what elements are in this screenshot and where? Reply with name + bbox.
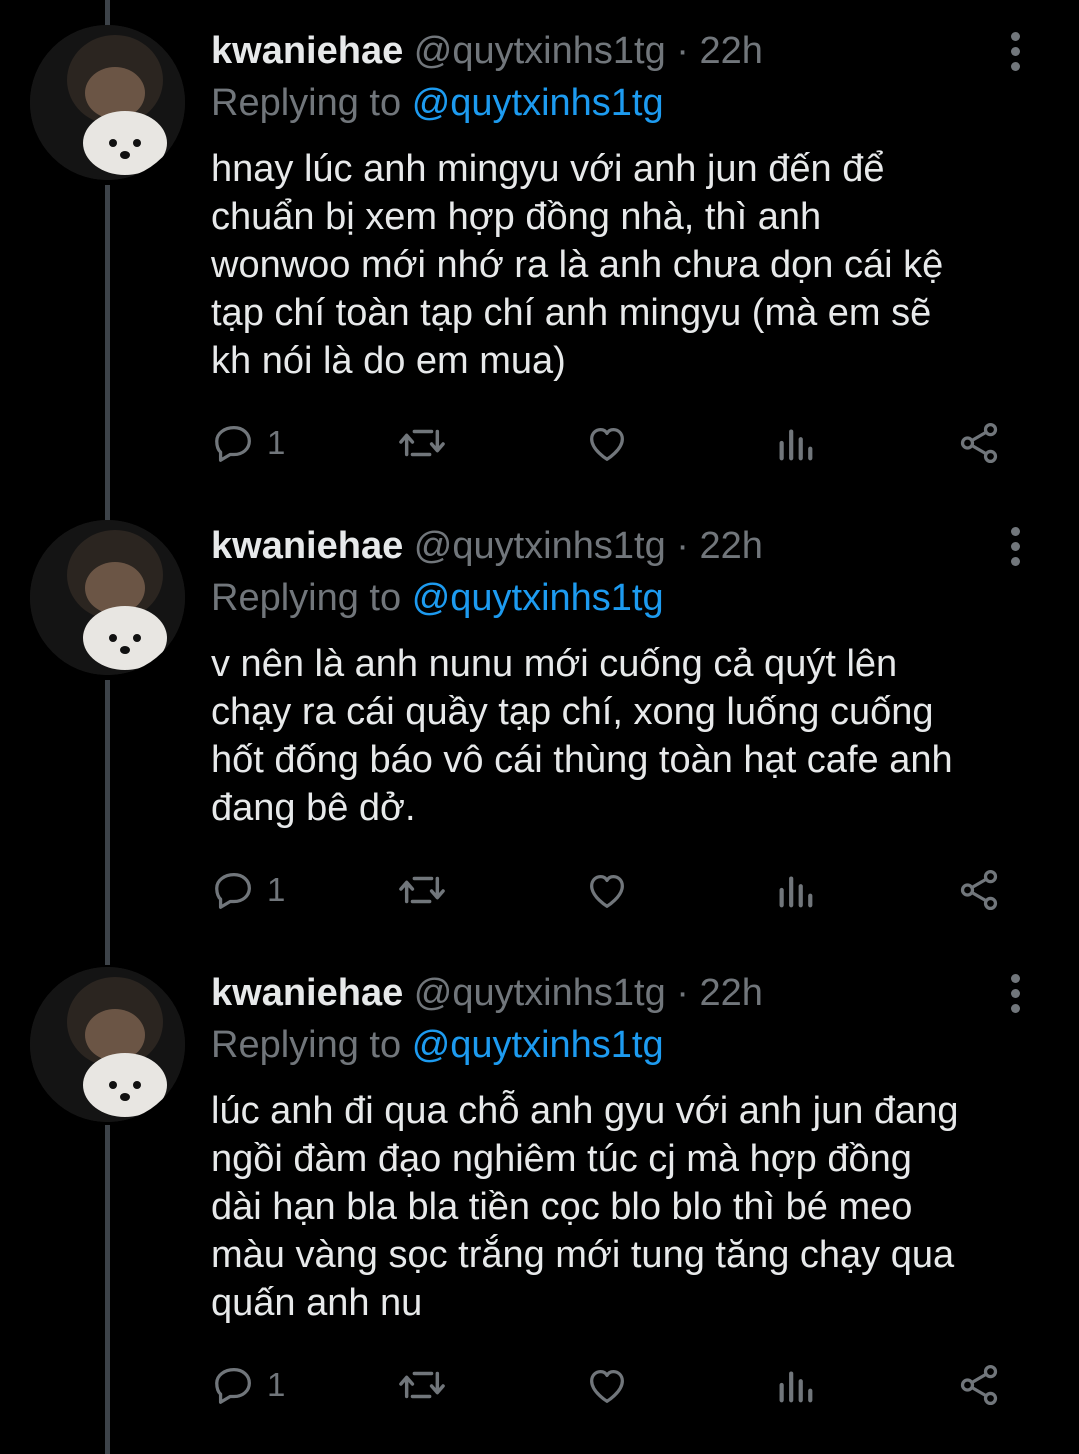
analytics-icon [779, 429, 813, 461]
like-button[interactable] [584, 1360, 630, 1410]
reply-button[interactable]: 1 [211, 418, 285, 468]
tweet-line: ngồi đàm đạo nghiêm túc cj mà hợp đồng [211, 1138, 912, 1180]
reply-count: 1 [267, 871, 286, 908]
tweet-line: đang bê dở. [211, 787, 416, 829]
separator: · [676, 30, 689, 72]
author-name[interactable]: kwaniehae [211, 525, 403, 567]
author-handle[interactable]: @quytxinhs1tg [414, 30, 666, 72]
replying-to: Replying to @quytxinhs1tg [211, 1022, 664, 1068]
tweet-line: chuẩn bị xem hợp đồng nhà, thì anh [211, 196, 822, 238]
tweet-line: dài hạn bla bla tiền cọc blo blo thì bé … [211, 1186, 913, 1228]
tweet-line: hốt đống báo vô cái thùng toàn hạt cafe … [211, 739, 953, 781]
reply-icon [215, 426, 251, 462]
retweet-icon [399, 876, 445, 904]
action-bar: 1 [211, 418, 1011, 468]
separator: · [676, 972, 689, 1014]
reply-button[interactable]: 1 [211, 1360, 285, 1410]
avatar[interactable] [30, 520, 185, 675]
mention-link[interactable]: @quytxinhs1tg [412, 577, 664, 619]
mention-link[interactable]: @quytxinhs1tg [412, 1024, 664, 1066]
analytics-button[interactable] [774, 418, 816, 468]
reply-count: 1 [267, 424, 286, 461]
replying-label: Replying to [211, 82, 402, 124]
author-name[interactable]: kwaniehae [211, 30, 403, 72]
heart-icon [590, 427, 624, 461]
tweet-header: kwaniehae @quytxinhs1tg · 22h [211, 970, 763, 1016]
share-button[interactable] [956, 418, 1002, 468]
retweet-icon [399, 429, 445, 457]
tweet-line: hnay lúc anh mingyu với anh jun đến để [211, 148, 885, 190]
retweet-button[interactable] [396, 1360, 448, 1410]
replying-label: Replying to [211, 577, 402, 619]
timestamp[interactable]: 22h [700, 30, 763, 72]
tweet-text: lúc anh đi qua chỗ anh gyu với anh jun đ… [211, 1087, 1051, 1327]
analytics-button[interactable] [774, 1360, 816, 1410]
retweet-icon [399, 1371, 445, 1399]
tweet-line: màu vàng sọc trắng mới tung tăng chạy qu… [211, 1234, 955, 1276]
avatar[interactable] [30, 25, 185, 180]
tweet-text: v nên là anh nunu mới cuống cả quýt lên … [211, 640, 1051, 832]
analytics-icon [779, 1371, 813, 1403]
action-bar: 1 [211, 1360, 1011, 1410]
tweet-header: kwaniehae @quytxinhs1tg · 22h [211, 523, 763, 569]
more-vertical-icon[interactable] [1000, 523, 1030, 569]
share-icon [960, 1364, 998, 1406]
share-icon [960, 869, 998, 911]
tweet-text: hnay lúc anh mingyu với anh jun đến để c… [211, 145, 1051, 385]
replying-to: Replying to @quytxinhs1tg [211, 80, 664, 126]
more-vertical-icon[interactable] [1000, 28, 1030, 74]
action-bar: 1 [211, 865, 1011, 915]
avatar-image [30, 25, 185, 180]
like-button[interactable] [584, 418, 630, 468]
analytics-icon [779, 876, 813, 908]
more-vertical-icon[interactable] [1000, 970, 1030, 1016]
retweet-button[interactable] [396, 418, 448, 468]
tweet-line: wonwoo mới nhớ ra là anh chưa dọn cái kệ [211, 244, 944, 286]
avatar-image [30, 967, 185, 1122]
reply-icon [215, 1368, 251, 1404]
avatar-image [30, 520, 185, 675]
tweet-line: tạp chí toàn tạp chí anh mingyu (mà em s… [211, 292, 932, 334]
tweet-line: chạy ra cái quầy tạp chí, xong luống cuố… [211, 691, 934, 733]
tweet-line: lúc anh đi qua chỗ anh gyu với anh jun đ… [211, 1090, 959, 1132]
tweet[interactable]: kwaniehae @quytxinhs1tg · 22h Replying t… [0, 0, 1079, 500]
tweet-header: kwaniehae @quytxinhs1tg · 22h [211, 28, 763, 74]
share-button[interactable] [956, 865, 1002, 915]
like-button[interactable] [584, 865, 630, 915]
author-handle[interactable]: @quytxinhs1tg [414, 972, 666, 1014]
replying-label: Replying to [211, 1024, 402, 1066]
reply-button[interactable]: 1 [211, 865, 285, 915]
author-name[interactable]: kwaniehae [211, 972, 403, 1014]
share-button[interactable] [956, 1360, 1002, 1410]
tweet-line: v nên là anh nunu mới cuống cả quýt lên [211, 643, 898, 685]
avatar[interactable] [30, 967, 185, 1122]
share-icon [960, 422, 998, 464]
replying-to: Replying to @quytxinhs1tg [211, 575, 664, 621]
tweet[interactable]: kwaniehae @quytxinhs1tg · 22h Replying t… [0, 495, 1079, 945]
timestamp[interactable]: 22h [700, 972, 763, 1014]
tweet-line: kh nói là do em mua) [211, 340, 566, 382]
retweet-button[interactable] [396, 865, 448, 915]
analytics-button[interactable] [774, 865, 816, 915]
reply-count: 1 [267, 1366, 286, 1403]
timestamp[interactable]: 22h [700, 525, 763, 567]
tweet-line: quấn anh nu [211, 1282, 423, 1324]
author-handle[interactable]: @quytxinhs1tg [414, 525, 666, 567]
heart-icon [590, 1369, 624, 1403]
separator: · [676, 525, 689, 567]
tweet[interactable]: kwaniehae @quytxinhs1tg · 22h Replying t… [0, 942, 1079, 1454]
reply-icon [215, 873, 251, 909]
mention-link[interactable]: @quytxinhs1tg [412, 82, 664, 124]
heart-icon [590, 874, 624, 908]
